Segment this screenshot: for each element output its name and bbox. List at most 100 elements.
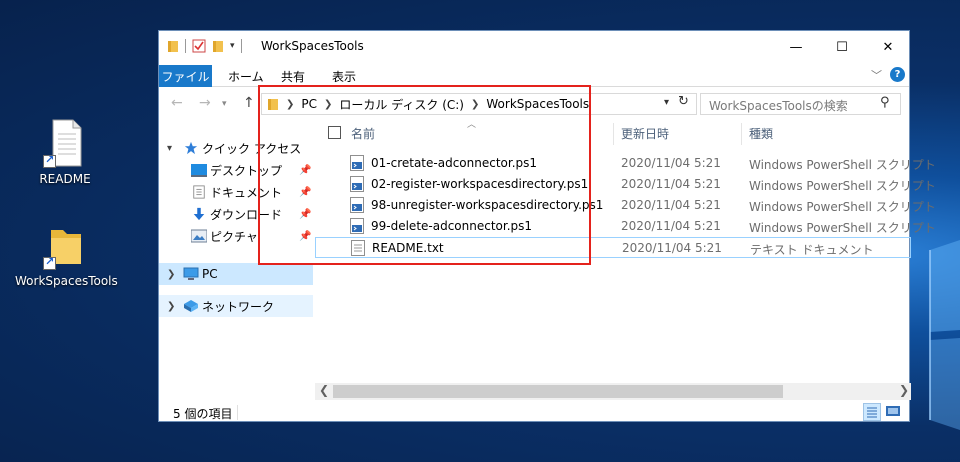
- forward-button[interactable]: →: [199, 95, 211, 111]
- text-file-shortcut-icon: [43, 118, 87, 168]
- customize-toolbar-chevron-icon[interactable]: ▾: [230, 41, 235, 51]
- ribbon-tabs: ファイル ホーム 共有 表示 ﹀ ?: [159, 63, 909, 87]
- navigation-bar: ← → ▾ ↑ ❯ PC ❯ ローカル ディスク (C:) ❯ WorkSpac…: [159, 87, 909, 121]
- file-date: 2020/11/04 5:21: [621, 219, 721, 233]
- large-icons-view-icon: [886, 406, 900, 416]
- pin-icon[interactable]: 📌: [299, 187, 311, 198]
- file-type: テキスト ドキュメント: [750, 243, 874, 257]
- desktop-icon-workspacestools[interactable]: WorkSpacesTools: [15, 220, 118, 288]
- network-icon: [184, 300, 198, 312]
- large-icons-view-button[interactable]: [885, 403, 903, 421]
- file-row[interactable]: README.txt 2020/11/04 5:21 テキスト ドキュメント: [315, 237, 911, 258]
- desktop-icon-label: README: [39, 172, 91, 186]
- powershell-script-icon: [350, 218, 364, 234]
- help-button[interactable]: ?: [890, 67, 905, 82]
- title-bar[interactable]: ▾ WorkSpacesTools — ☐ ✕: [159, 31, 909, 63]
- sidebar-item-label: デスクトップ: [210, 163, 283, 178]
- column-divider[interactable]: [741, 123, 742, 145]
- horizontal-scrollbar[interactable]: ❮ ❯: [315, 383, 911, 400]
- file-type: Windows PowerShell スクリプト: [749, 221, 936, 235]
- window-title: WorkSpacesTools: [261, 39, 364, 53]
- column-header-name[interactable]: 名前: [351, 125, 375, 142]
- sort-ascending-icon: ︿: [467, 120, 477, 130]
- file-row[interactable]: 98-unregister-workspacesdirectory.ps1 20…: [315, 195, 936, 216]
- tab-view[interactable]: 表示: [332, 68, 356, 85]
- navigation-pane: ▾ クイック アクセス デスクトップ 📌 ドキュメント 📌 ダウンロード 📌 ピ…: [159, 121, 313, 391]
- text-file-icon: [351, 240, 365, 256]
- sidebar-item-label: クイック アクセス: [202, 141, 302, 156]
- sidebar-item-label: ネットワーク: [202, 299, 275, 314]
- scroll-right-icon[interactable]: ❯: [899, 383, 909, 397]
- breadcrumb-local-disk[interactable]: ローカル ディスク (C:): [339, 96, 464, 113]
- properties-icon[interactable]: [192, 39, 206, 53]
- breadcrumb-pc[interactable]: PC: [301, 97, 317, 111]
- breadcrumb-separator-icon: ❯: [324, 98, 333, 110]
- shortcut-arrow-icon: [43, 153, 56, 168]
- breadcrumb-separator-icon: ❯: [286, 98, 295, 110]
- column-header-date[interactable]: 更新日時: [621, 125, 669, 142]
- sidebar-item-network[interactable]: ❯ ネットワーク: [159, 295, 313, 317]
- tab-file[interactable]: ファイル: [159, 65, 212, 87]
- expand-ribbon-chevron-icon[interactable]: ﹀: [871, 67, 882, 83]
- file-name: 98-unregister-workspacesdirectory.ps1: [371, 198, 604, 212]
- scroll-left-icon[interactable]: ❮: [319, 383, 329, 397]
- file-name: 99-delete-adconnector.ps1: [371, 219, 533, 233]
- powershell-script-icon: [350, 197, 364, 213]
- pin-icon[interactable]: 📌: [299, 165, 311, 176]
- file-name: README.txt: [372, 241, 444, 255]
- new-folder-icon[interactable]: [212, 39, 224, 53]
- address-bar[interactable]: ❯ PC ❯ ローカル ディスク (C:) ❯ WorkSpacesTools: [261, 93, 697, 115]
- maximize-button[interactable]: ☐: [819, 31, 865, 63]
- file-type: Windows PowerShell スクリプト: [749, 158, 936, 172]
- file-date: 2020/11/04 5:21: [621, 156, 721, 170]
- refresh-icon[interactable]: ↻: [678, 94, 689, 109]
- pin-icon[interactable]: 📌: [299, 209, 311, 220]
- column-header-type[interactable]: 種類: [749, 125, 773, 142]
- details-view-icon: [867, 407, 877, 418]
- expand-chevron-icon[interactable]: ❯: [167, 269, 175, 280]
- tab-share[interactable]: 共有: [281, 68, 305, 85]
- file-name: 01-cretate-adconnector.ps1: [371, 156, 538, 170]
- search-input[interactable]: WorkSpacesToolsの検索: [700, 93, 901, 115]
- pin-icon[interactable]: 📌: [299, 231, 311, 242]
- tab-home[interactable]: ホーム: [228, 68, 264, 85]
- up-button[interactable]: ↑: [243, 95, 255, 111]
- file-date: 2020/11/04 5:21: [621, 198, 721, 212]
- powershell-script-icon: [350, 155, 364, 171]
- sidebar-item-pictures[interactable]: ピクチャ 📌: [159, 225, 313, 247]
- folder-shortcut-icon: [43, 220, 87, 270]
- close-button[interactable]: ✕: [865, 31, 911, 63]
- folder-icon: [268, 99, 278, 110]
- expand-chevron-icon[interactable]: ❯: [167, 301, 175, 312]
- powershell-script-icon: [350, 176, 364, 192]
- file-explorer-window: ▾ WorkSpacesTools — ☐ ✕ ファイル ホーム 共有 表示 ﹀…: [158, 30, 936, 422]
- scrollbar-thumb[interactable]: [333, 385, 783, 398]
- sidebar-item-pc[interactable]: ❯ PC: [159, 263, 313, 285]
- pictures-icon: [191, 229, 207, 243]
- file-row[interactable]: 02-register-workspacesdirectory.ps1 2020…: [315, 174, 936, 195]
- minimize-button[interactable]: —: [773, 31, 819, 63]
- document-icon: [193, 185, 205, 199]
- column-divider[interactable]: [613, 123, 614, 145]
- recent-locations-chevron-icon[interactable]: ▾: [222, 99, 227, 109]
- download-icon: [193, 207, 205, 221]
- select-all-checkbox[interactable]: [328, 126, 341, 139]
- file-row[interactable]: 99-delete-adconnector.ps1 2020/11/04 5:2…: [315, 216, 936, 237]
- sidebar-item-label: ピクチャ: [210, 229, 258, 244]
- file-date: 2020/11/04 5:21: [622, 241, 722, 255]
- address-history-chevron-icon[interactable]: ▾: [664, 97, 669, 108]
- breadcrumb-workspacestools[interactable]: WorkSpacesTools: [486, 97, 589, 111]
- shortcut-arrow-icon: [43, 255, 56, 270]
- sidebar-item-desktop[interactable]: デスクトップ 📌: [159, 159, 313, 181]
- search-icon[interactable]: ⚲: [880, 95, 890, 110]
- sidebar-item-quick-access[interactable]: ▾ クイック アクセス: [159, 137, 313, 159]
- desktop-icon-readme[interactable]: README: [15, 118, 115, 186]
- sidebar-item-label: ドキュメント: [210, 185, 283, 200]
- sidebar-item-documents[interactable]: ドキュメント 📌: [159, 181, 313, 203]
- desktop-icon: [191, 164, 207, 177]
- sidebar-item-downloads[interactable]: ダウンロード 📌: [159, 203, 313, 225]
- expand-chevron-icon[interactable]: ▾: [167, 143, 172, 154]
- file-row[interactable]: 01-cretate-adconnector.ps1 2020/11/04 5:…: [315, 153, 936, 174]
- back-button[interactable]: ←: [171, 95, 183, 111]
- details-view-button[interactable]: [863, 403, 881, 421]
